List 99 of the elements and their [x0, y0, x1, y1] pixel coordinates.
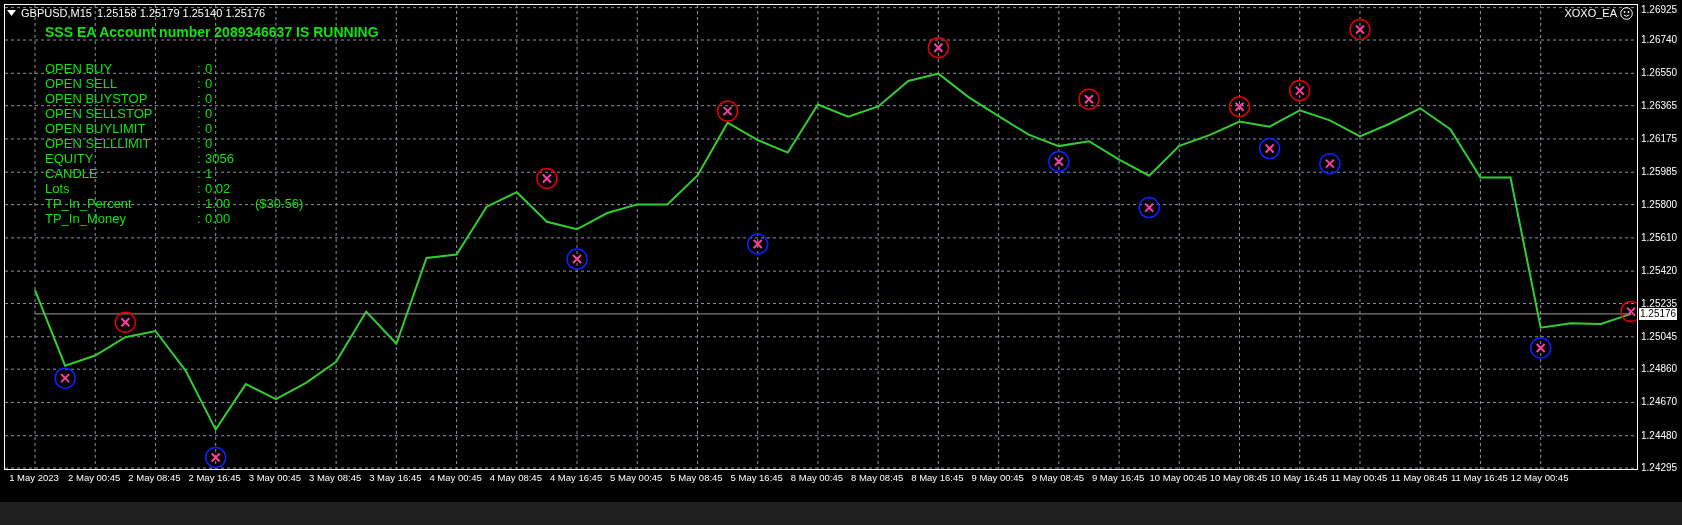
axis-label: 3 May 08:45 [309, 472, 362, 484]
current-price-label: 1.25176 [1639, 307, 1678, 320]
info-label: OPEN SELLSTOP [45, 106, 154, 121]
status-title: SSS EA Account number 2089346637 IS RUNNING [45, 25, 379, 40]
info-label: OPEN BUYLIMIT [45, 121, 147, 136]
info-value: 3056 [205, 151, 235, 166]
info-label: CANDLE [45, 166, 99, 181]
axis-label: 1.25985 [1641, 166, 1678, 179]
axis-label: 1.26925 [1641, 4, 1678, 16]
info-value: 0 [205, 106, 214, 121]
signal-marker [927, 36, 950, 59]
signal-marker [1529, 337, 1552, 359]
axis-label: 3 May 00:45 [248, 472, 302, 484]
info-label: OPEN BUYSTOP [45, 91, 149, 106]
info-separator: : [197, 106, 202, 121]
dropdown-triangle-icon[interactable] [7, 10, 16, 16]
axis-label: 1.25235 [1641, 297, 1678, 309]
axis-label: 9 May 00:45 [971, 472, 1024, 484]
axis-label: 10 May 16:45 [1269, 472, 1328, 484]
axis-label: 1.26365 [1641, 99, 1678, 112]
axis-label: 4 May 00:45 [429, 472, 482, 484]
axis-label: 8 May 08:45 [851, 472, 904, 484]
info-value: 0 [205, 121, 214, 136]
axis-label: 8 May 00:45 [790, 472, 844, 484]
signal-marker [1620, 300, 1637, 323]
info-label: TP_In_Money [45, 211, 127, 226]
info-value: 0 [205, 76, 214, 91]
axis-label: 1.26550 [1641, 67, 1678, 80]
info-value: 0 [205, 136, 214, 151]
signal-marker [1228, 96, 1251, 118]
info-separator: : [197, 166, 202, 181]
axis-label: 4 May 16:45 [549, 472, 603, 484]
expert-name: XOXO_EA [1564, 6, 1617, 20]
axis-label: 5 May 00:45 [610, 472, 663, 484]
signal-marker [536, 167, 558, 190]
axis-label: 1.24480 [1641, 429, 1678, 442]
axis-label: 1.26740 [1641, 34, 1678, 46]
axis-label: 11 May 16:45 [1451, 472, 1508, 484]
signal-marker [1138, 196, 1160, 219]
info-note: ($30.56) [255, 196, 304, 211]
axis-label: 1 May 2023 [9, 472, 59, 484]
axis-label: 1.25610 [1641, 231, 1678, 244]
quotes-text: 1.25158 1.25179 1.25140 1.25176 [96, 6, 266, 20]
info-separator: : [197, 121, 202, 136]
axis-label: 11 May 08:45 [1390, 472, 1448, 484]
symbol-label: GBPUSD,M15 [21, 6, 92, 20]
info-label: OPEN SELLLIMIT [45, 136, 152, 151]
signal-marker [1078, 88, 1100, 110]
info-value: 1 [205, 166, 214, 181]
signal-marker [716, 100, 739, 122]
axis-label: 12 May 00:45 [1510, 472, 1569, 484]
info-label: TP_In_Percent [45, 196, 133, 211]
info-label: Lots [45, 181, 71, 196]
info-separator: : [197, 61, 202, 76]
axis-label: 1.24295 [1641, 462, 1678, 475]
axis-label: 5 May 08:45 [670, 472, 723, 484]
info-value: 0.02 [205, 181, 232, 196]
axis-label: 1.24860 [1641, 363, 1678, 376]
axis-label: 9 May 08:45 [1031, 472, 1084, 484]
axis-label: 10 May 00:45 [1149, 472, 1208, 484]
info-separator: : [197, 181, 202, 196]
info-separator: : [197, 76, 202, 91]
axis-label: 2 May 00:45 [68, 472, 121, 484]
signal-marker [114, 311, 137, 333]
axis-label: 1.25420 [1641, 265, 1678, 278]
info-value: 0.00 [205, 211, 232, 226]
axis-label: 11 May 00:45 [1330, 472, 1388, 484]
axis-label: 5 May 16:45 [730, 472, 783, 484]
signal-marker [1319, 152, 1341, 175]
info-separator: : [197, 196, 202, 211]
info-value: 1.00 [205, 196, 232, 211]
info-separator: : [197, 211, 202, 226]
info-label: OPEN BUY [45, 61, 114, 76]
info-label: OPEN SELL [45, 76, 119, 91]
signal-marker [204, 446, 227, 469]
signal-marker [1258, 137, 1281, 160]
signal-marker [566, 248, 588, 270]
info-separator: : [197, 136, 202, 151]
axis-label: 1.25045 [1641, 330, 1678, 343]
info-value: 0 [205, 91, 214, 106]
axis-label: 9 May 16:45 [1091, 472, 1145, 484]
axis-label: 2 May 16:45 [188, 472, 241, 484]
info-separator: : [197, 151, 202, 166]
info-label: EQUITY [45, 151, 95, 166]
axis-label: 1.25800 [1641, 198, 1678, 211]
axis-label: 10 May 08:45 [1209, 472, 1268, 484]
signal-marker [1289, 79, 1311, 102]
info-value: 0 [205, 61, 214, 76]
signal-marker [746, 233, 769, 255]
axis-label: 4 May 08:45 [489, 472, 542, 484]
axis-label: 1.24670 [1641, 396, 1678, 409]
axis-label: 2 May 08:45 [128, 472, 181, 484]
axis-label: 8 May 16:45 [911, 472, 964, 484]
signal-marker [1048, 150, 1070, 173]
signal-marker [1349, 18, 1371, 41]
axis-label: 1.26175 [1641, 132, 1678, 145]
signal-marker [54, 367, 76, 389]
info-separator: : [197, 91, 202, 106]
axis-label: 3 May 16:45 [369, 472, 422, 484]
